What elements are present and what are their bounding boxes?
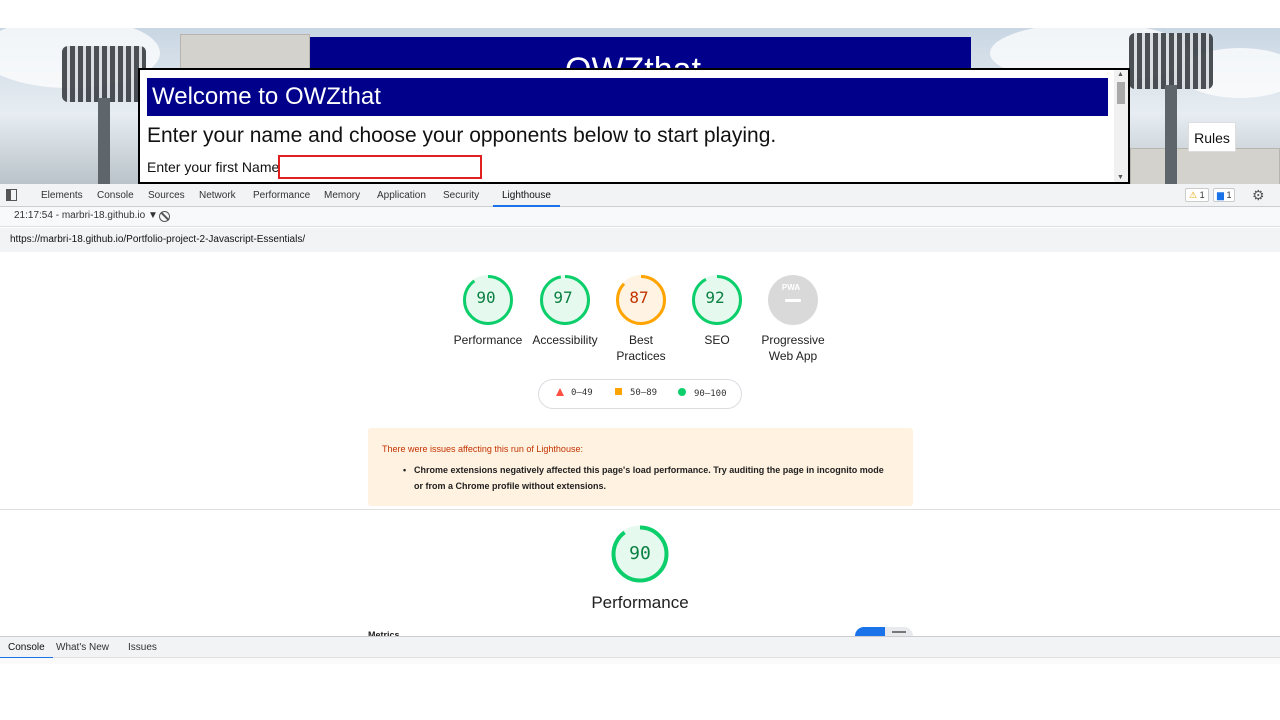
gauge-score: 92 (705, 288, 725, 307)
console-toolbar (0, 658, 1280, 664)
tab-application[interactable]: Application (377, 184, 426, 207)
name-label: Enter your first Name*: (147, 159, 289, 175)
tab-lighthouse[interactable]: Lighthouse (493, 184, 560, 207)
scrollbar-thumb[interactable] (1117, 82, 1125, 104)
welcome-modal: Welcome to OWZthat Enter your name and c… (138, 68, 1130, 184)
gauge-label: Progressive Web App (761, 333, 825, 363)
toggle-expanded[interactable] (855, 627, 885, 636)
drawer-tab-console[interactable]: Console (0, 637, 53, 659)
tab-memory[interactable]: Memory (324, 184, 360, 207)
drawer-tab-issues[interactable]: Issues (128, 637, 157, 659)
gauge-label: Accessibility (532, 333, 598, 347)
scroll-up-icon[interactable]: ▲ (1117, 71, 1124, 78)
legend-fail: 0–49 (556, 388, 593, 398)
pass-circle-icon (678, 388, 686, 396)
average-square-icon (615, 388, 622, 395)
gear-icon[interactable]: ⚙ (1252, 187, 1265, 204)
warnings-count: 1 (1199, 190, 1205, 200)
legend-average: 50–89 (615, 388, 657, 398)
website-viewport: OWZthat Welcome to OWZthat Enter your na… (0, 28, 1280, 184)
tab-console[interactable]: Console (97, 184, 134, 207)
gauge-score: 97 (553, 288, 573, 307)
run-warnings-box: There were issues affecting this run of … (368, 428, 913, 506)
scroll-down-icon[interactable]: ▼ (1117, 174, 1124, 181)
legend-pass: 90–100 (678, 388, 727, 399)
run-warning-item: Chrome extensions negatively affected th… (403, 462, 884, 494)
modal-title: Welcome to OWZthat (147, 78, 1108, 116)
tab-elements[interactable]: Elements (41, 184, 83, 207)
floodlight-lamps (62, 46, 146, 102)
modal-scrollbar[interactable]: ▲ ▼ (1114, 70, 1128, 182)
devtools-panel: Elements Console Sources Network Perform… (0, 184, 1280, 664)
performance-title: Performance (591, 593, 689, 612)
tab-sources[interactable]: Sources (148, 184, 185, 207)
section-divider (0, 509, 1280, 510)
clear-reports-icon[interactable] (159, 211, 170, 222)
first-name-input[interactable] (278, 155, 482, 179)
floodlight-mast (98, 98, 110, 184)
fail-triangle-icon (556, 388, 564, 396)
performance-gauge: 90 (610, 524, 670, 584)
modal-subtitle: Enter your name and choose your opponent… (147, 124, 777, 147)
messages-badge[interactable]: ▆ 1 (1213, 188, 1236, 202)
lighthouse-toolbar: 21:17:54 - marbri-18.github.io ▼ (0, 207, 1280, 227)
stadium-building (1130, 148, 1280, 184)
tab-security[interactable]: Security (443, 184, 479, 207)
run-warnings-title: There were issues affecting this run of … (382, 444, 583, 454)
gauge-label: Performance (453, 333, 523, 347)
gauge-label: Best Practices (616, 333, 666, 363)
score-scale-legend: 0–49 50–89 90–100 (538, 379, 742, 409)
gauge-score: 90 (476, 288, 496, 307)
device-toolbar-icon[interactable] (6, 189, 17, 201)
toggle-collapsed[interactable] (885, 627, 913, 636)
floodlight-lamps (1129, 33, 1213, 89)
tab-network[interactable]: Network (199, 184, 236, 207)
messages-count: 1 (1226, 190, 1232, 200)
devtools-tabbar: Elements Console Sources Network Perform… (0, 184, 1280, 207)
devtools-drawer-tabbar: Console What's New Issues (0, 636, 1280, 659)
gauge-label: SEO (704, 333, 730, 347)
warnings-badge[interactable]: ⚠ 1 (1185, 188, 1209, 202)
gauge-score: 87 (629, 288, 649, 307)
report-selector[interactable]: 21:17:54 - marbri-18.github.io ▼ (14, 210, 158, 221)
warning-icon: ⚠ (1189, 190, 1198, 200)
metrics-view-toggle[interactable] (855, 627, 913, 636)
pwa-icon: PWA (781, 283, 801, 292)
message-icon: ▆ (1217, 190, 1224, 200)
report-url[interactable]: https://marbri-18.github.io/Portfolio-pr… (10, 234, 305, 245)
performance-score: 90 (629, 543, 651, 564)
rules-button[interactable]: Rules (1188, 122, 1236, 152)
floodlight-mast (1165, 85, 1177, 184)
screen: OWZthat Welcome to OWZthat Enter your na… (0, 0, 1280, 720)
report-url-bar: https://marbri-18.github.io/Portfolio-pr… (0, 228, 1280, 252)
tab-performance[interactable]: Performance (253, 184, 310, 207)
drawer-tab-whats-new[interactable]: What's New (56, 637, 109, 659)
pwa-badge (768, 275, 818, 325)
